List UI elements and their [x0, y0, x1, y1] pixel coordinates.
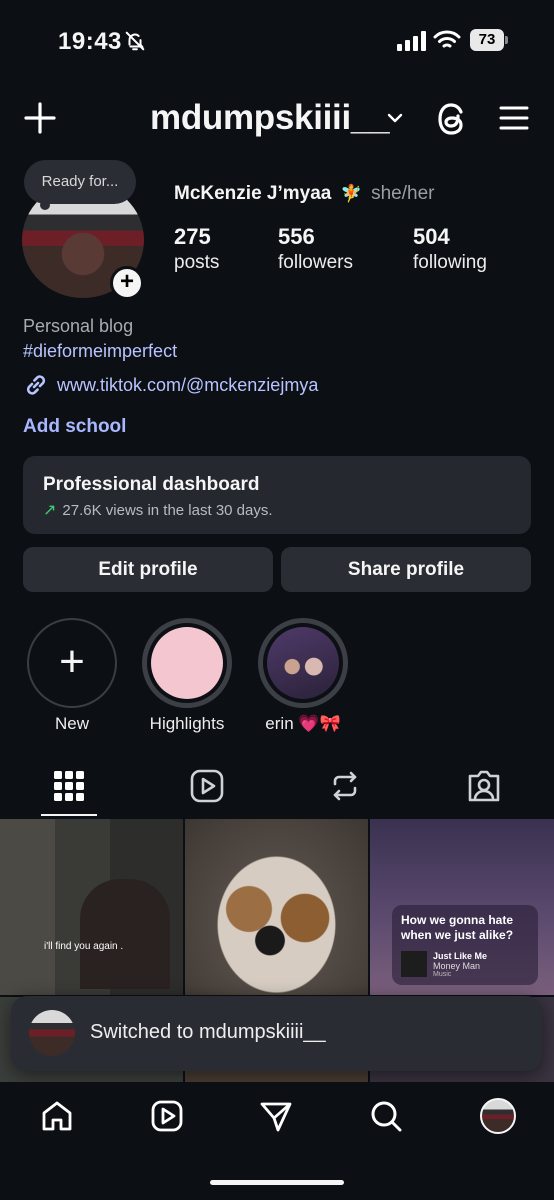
song-artist: Money Man [433, 961, 481, 971]
header-username[interactable]: mdumpskiiii__ [150, 98, 390, 138]
stat-followers[interactable]: 556 followers [278, 224, 353, 276]
stat-followers-label: followers [278, 252, 353, 273]
highlight-cover[interactable] [258, 618, 348, 708]
home-icon[interactable] [40, 1099, 74, 1133]
highlight-label: erin 💗🎀 [265, 714, 341, 733]
dashboard-title: Professional dashboard [43, 474, 260, 495]
stat-followers-value: 556 [278, 224, 315, 249]
account-switched-toast[interactable]: Switched to mdumpskiiii__ [11, 996, 542, 1071]
highlight-new[interactable]: + New [26, 618, 118, 734]
toast-avatar [29, 1010, 75, 1056]
profile-nav-avatar[interactable] [480, 1098, 516, 1134]
share-profile-button[interactable]: Share profile [281, 547, 531, 592]
battery-level: 73 [470, 29, 504, 51]
profile-pronouns: she/her [371, 183, 435, 204]
signal-icon [397, 31, 426, 51]
threads-icon[interactable] [434, 100, 470, 138]
home-indicator[interactable] [210, 1180, 344, 1185]
trend-up-icon: ↗ [43, 502, 57, 519]
wifi-icon [433, 30, 461, 48]
battery-indicator: 73 [470, 29, 508, 51]
plus-icon: + [59, 637, 85, 686]
profile-name-row: McKenzie J’myaa 🧚 she/her [174, 183, 434, 205]
reposts-icon[interactable] [327, 768, 363, 804]
post-tile[interactable] [185, 819, 368, 995]
stat-posts[interactable]: 275 posts [174, 224, 219, 276]
profile-category: Personal blog [23, 316, 134, 336]
music-card: How we gonna hate when we just alike? Ju… [392, 905, 538, 985]
reels-icon[interactable] [189, 768, 225, 804]
chevron-down-icon[interactable] [385, 110, 405, 126]
note-bubble[interactable]: Ready for... [24, 160, 136, 204]
highlight-highlights[interactable]: Highlights [141, 618, 233, 734]
post-tile[interactable]: i'll find you again . [0, 819, 183, 995]
stat-posts-label: posts [174, 252, 220, 273]
toast-text: Switched to mdumpskiiii__ [90, 1021, 326, 1043]
tagged-icon[interactable] [466, 768, 502, 804]
highlight-label: Highlights [149, 714, 225, 733]
highlight-label: New [54, 714, 89, 733]
edit-profile-button[interactable]: Edit profile [23, 547, 273, 592]
menu-icon[interactable] [498, 104, 530, 132]
highlight-erin[interactable]: erin 💗🎀 [257, 618, 349, 734]
music-service: Music [433, 971, 452, 978]
stat-following-label: following [413, 252, 487, 273]
dashboard-subtitle: 27.6K views in the last 30 days. [62, 501, 273, 519]
bio-link-text[interactable]: www.tiktok.com/@mckenziejmya [57, 375, 318, 396]
post-caption: i'll find you again . [44, 941, 124, 952]
highlight-new-ring[interactable]: + [27, 618, 117, 708]
fairy-emoji: 🧚 [340, 184, 362, 203]
stat-following-value: 504 [413, 224, 450, 249]
search-icon[interactable] [369, 1099, 403, 1133]
active-tab-underline [41, 814, 97, 816]
stat-posts-value: 275 [174, 224, 211, 249]
bio-hashtag[interactable]: #dieformeimperfect [23, 341, 177, 362]
grid-icon[interactable] [51, 768, 87, 804]
bio-link[interactable]: www.tiktok.com/@mckenziejmya [23, 372, 318, 398]
highlight-cover[interactable] [142, 618, 232, 708]
stat-following[interactable]: 504 following [413, 224, 487, 276]
send-icon[interactable] [259, 1099, 293, 1133]
album-art [401, 951, 427, 977]
link-icon [26, 375, 46, 395]
reels-nav-icon[interactable] [150, 1099, 184, 1133]
post-tile[interactable]: How we gonna hate when we just alike? Ju… [370, 819, 554, 995]
song-title: Just Like Me [433, 951, 488, 961]
create-plus-icon[interactable] [22, 100, 58, 136]
add-story-plus-icon[interactable]: + [110, 266, 144, 300]
professional-dashboard-card[interactable]: Professional dashboard ↗ 27.6K views in … [23, 456, 531, 534]
add-school-link[interactable]: Add school [23, 416, 126, 438]
music-card-question: How we gonna hate when we just alike? [401, 913, 514, 942]
dashboard-subtitle-row: ↗ 27.6K views in the last 30 days. [43, 500, 511, 520]
status-bar: 19:43 73 [0, 0, 554, 84]
profile-name: McKenzie J’myaa [174, 183, 332, 204]
status-time: 19:43 [58, 28, 122, 55]
bell-muted-icon [125, 31, 145, 51]
